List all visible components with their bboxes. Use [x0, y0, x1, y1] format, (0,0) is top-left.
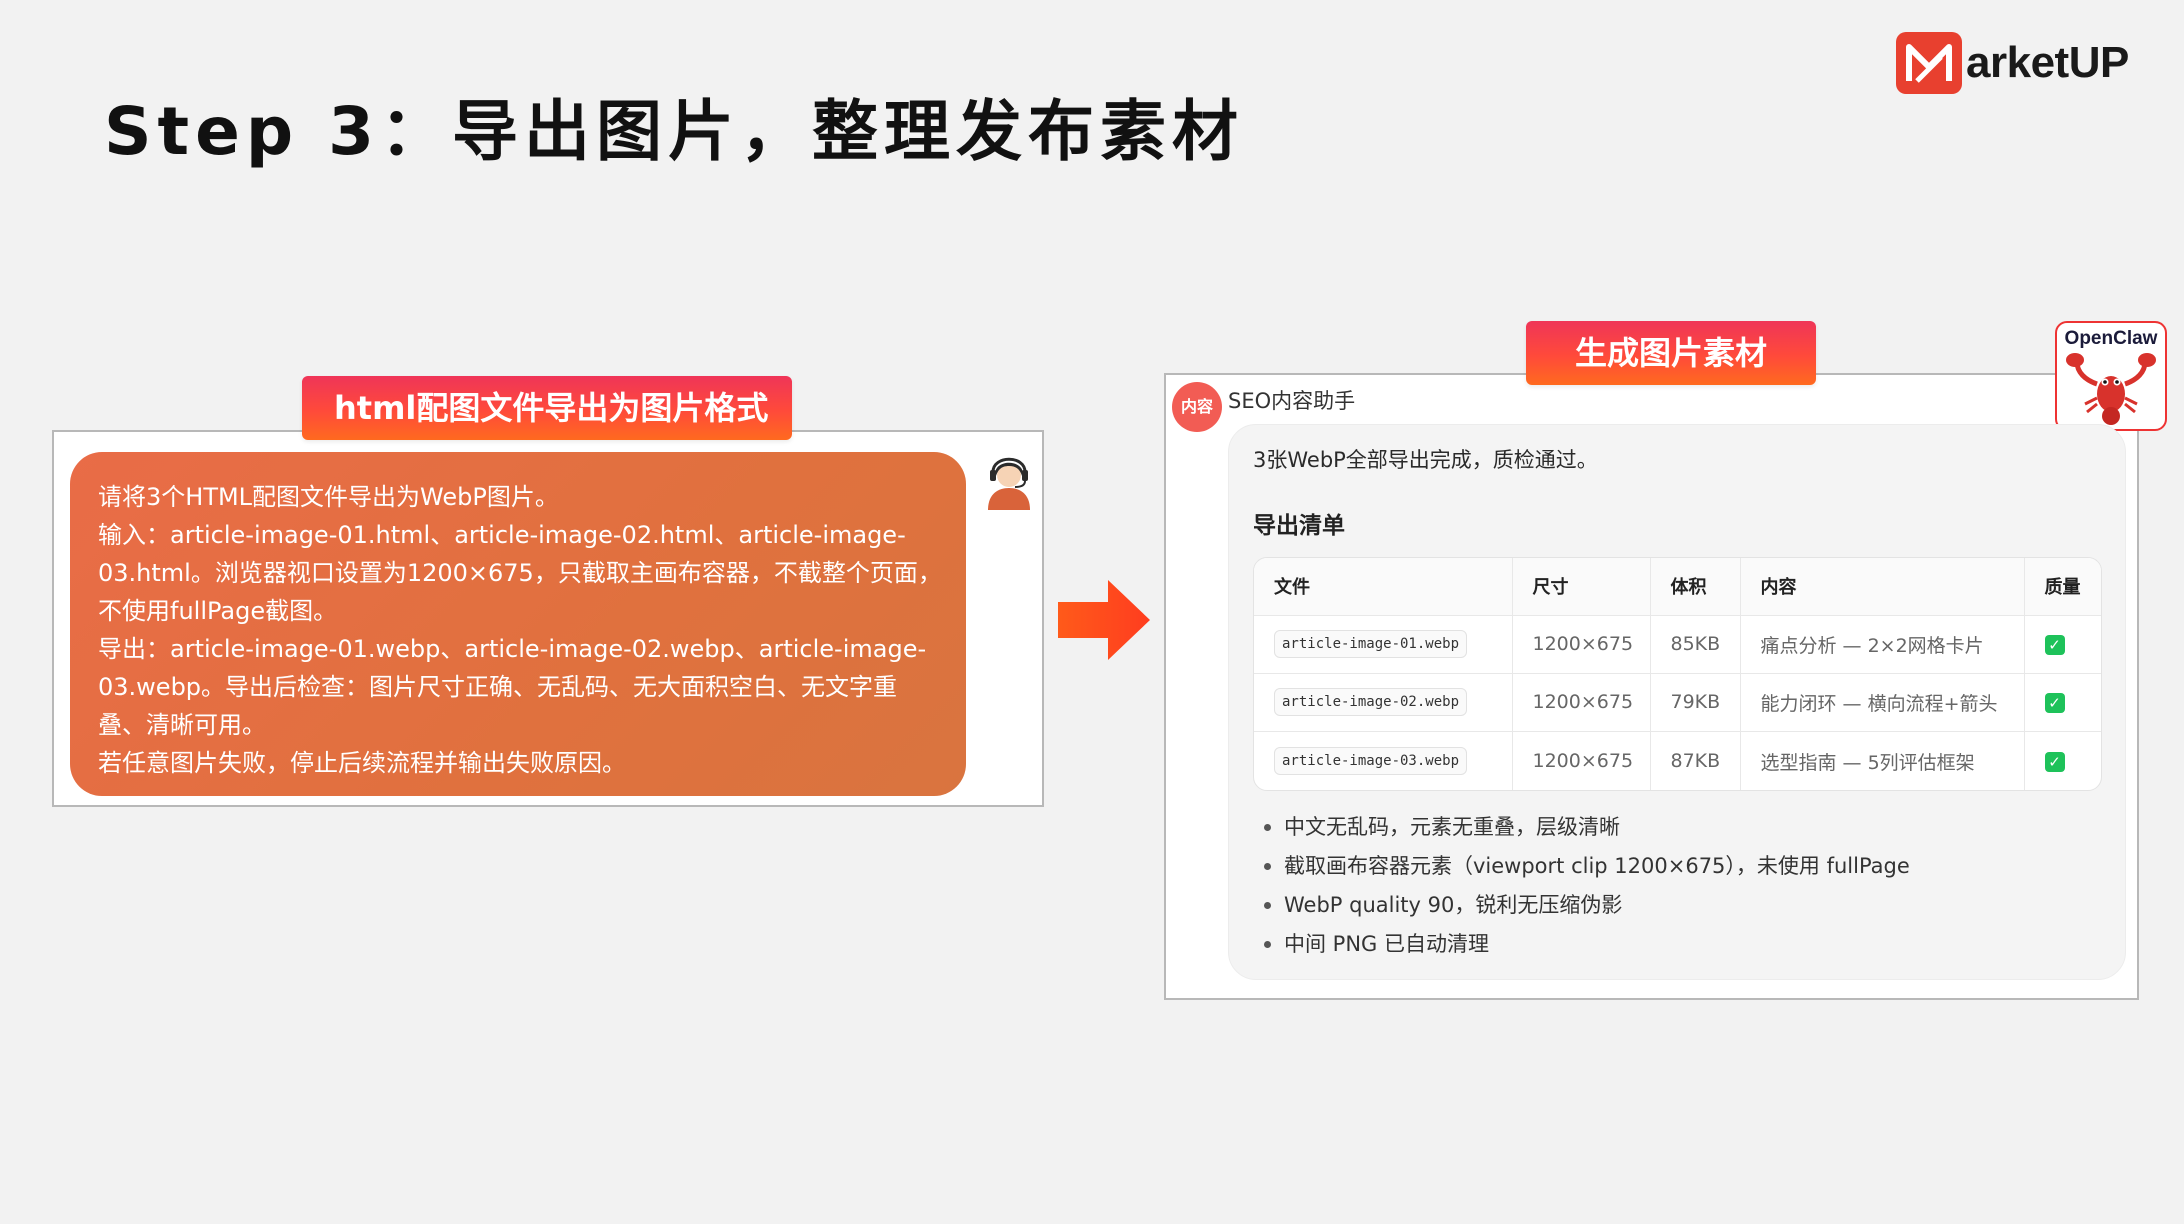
file-name-chip: article-image-02.webp — [1274, 688, 1468, 717]
content-cell: 能力闭环 — 横向流程+箭头 — [1740, 673, 2025, 733]
page-title: Step 3：导出图片，整理发布素材 — [104, 93, 1244, 170]
brand-text: arketUP — [1966, 38, 2129, 87]
reply-summary: 3张WebP全部导出完成，质检通过。 — [1253, 448, 1598, 472]
marketup-m-icon — [1896, 32, 1962, 94]
prompt-line: 03.html。浏览器视口设置为1200×675，只截取主画布容器，不截整个页面… — [98, 559, 942, 587]
check-icon: ✓ — [2044, 693, 2065, 714]
content-cell: 选型指南 — 5列评估框架 — [1740, 731, 2025, 790]
user-avatar-icon — [982, 450, 1036, 510]
generate-label-pill: 生成图片素材 — [1526, 321, 1816, 385]
user-prompt-bubble: 请将3个HTML配图文件导出为WebP图片。 输入：article-image-… — [70, 452, 966, 796]
prompt-line: 请将3个HTML配图文件导出为WebP图片。 — [98, 483, 559, 511]
column-header-file: 文件 — [1254, 558, 1513, 616]
quality-notes-list: 中文无乱码，元素无重叠，层级清晰 截取画布容器元素（viewport clip … — [1262, 808, 1910, 964]
table-header-row: 文件 尺寸 体积 内容 质量 — [1254, 558, 2101, 616]
volume-cell: 79KB — [1650, 673, 1741, 733]
size-cell: 1200×675 — [1512, 615, 1651, 674]
flow-arrow-icon — [1056, 578, 1152, 662]
file-name-chip: article-image-01.webp — [1274, 630, 1468, 659]
prompt-line: 输入：article-image-01.html、article-image-0… — [98, 521, 906, 549]
column-header-quality: 质量 — [2024, 558, 2101, 616]
lobster-icon — [2066, 353, 2156, 425]
table-row: article-image-03.webp 1200×675 87KB 选型指南… — [1254, 731, 2101, 790]
prompt-line: 03.webp。导出后检查：图片尺寸正确、无乱码、无大面积空白、无文字重 — [98, 673, 898, 701]
size-cell: 1200×675 — [1512, 731, 1651, 790]
list-item: 截取画布容器元素（viewport clip 1200×675），未使用 ful… — [1262, 847, 1910, 886]
column-header-size: 尺寸 — [1512, 558, 1651, 616]
list-item: 中间 PNG 已自动清理 — [1262, 925, 1910, 964]
prompt-line: 若任意图片失败，停止后续流程并输出失败原因。 — [98, 749, 626, 777]
table-row: article-image-01.webp 1200×675 85KB 痛点分析… — [1254, 615, 2101, 674]
prompt-line: 导出：article-image-01.webp、article-image-0… — [98, 635, 927, 663]
table-row: article-image-02.webp 1200×675 79KB 能力闭环… — [1254, 673, 2101, 733]
content-cell: 痛点分析 — 2×2网格卡片 — [1740, 615, 2025, 674]
list-item: 中文无乱码，元素无重叠，层级清晰 — [1262, 808, 1910, 847]
openclaw-label: OpenClaw — [2064, 328, 2158, 349]
assistant-avatar: 内容 — [1172, 382, 1222, 432]
export-list-heading: 导出清单 — [1253, 513, 1345, 539]
volume-cell: 85KB — [1650, 615, 1741, 674]
list-item: WebP quality 90，锐利无压缩伪影 — [1262, 886, 1910, 925]
prompt-line: 叠、清晰可用。 — [98, 711, 266, 739]
export-table: 文件 尺寸 体积 内容 质量 article-image-01.webp 120… — [1253, 557, 2102, 791]
column-header-content: 内容 — [1740, 558, 2025, 616]
size-cell: 1200×675 — [1512, 673, 1651, 733]
assistant-name: SEO内容助手 — [1228, 389, 1356, 413]
volume-cell: 87KB — [1650, 731, 1741, 790]
column-header-volume: 体积 — [1650, 558, 1741, 616]
check-icon: ✓ — [2044, 635, 2065, 656]
prompt-line: 不使用fullPage截图。 — [98, 597, 338, 625]
openclaw-badge: OpenClaw — [2055, 321, 2167, 431]
brand-logo: arketUP — [1896, 30, 2129, 96]
export-label-pill: html配图文件导出为图片格式 — [302, 376, 792, 440]
check-icon: ✓ — [2044, 752, 2065, 773]
file-name-chip: article-image-03.webp — [1274, 747, 1468, 776]
